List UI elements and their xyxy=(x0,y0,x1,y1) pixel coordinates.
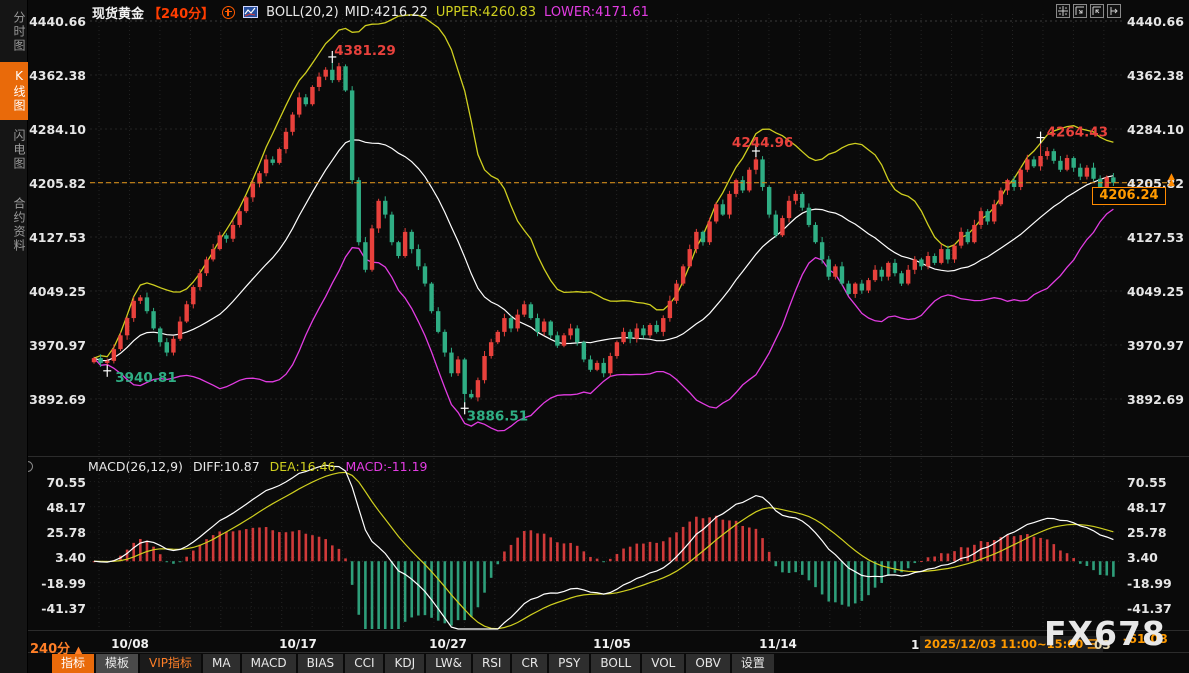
macd-axis-label: 3.40 xyxy=(1127,550,1158,565)
x-axis-date-label: 10/17 xyxy=(279,637,317,651)
macd-axis-label: 48.17 xyxy=(28,500,86,515)
price-axis-label: 4049.25 xyxy=(1127,284,1184,299)
sidebar-item-timeline-chart[interactable]: 分时图 xyxy=(0,4,28,60)
high-price-annotation: 4381.29 xyxy=(334,43,396,59)
macd-axis-label: 3.40 xyxy=(28,550,86,565)
macd-axis-label: 48.17 xyxy=(1127,500,1167,515)
macd-axis-label: 25.78 xyxy=(1127,525,1167,540)
price-axis-label: 4440.66 xyxy=(28,14,86,29)
chart-header: 现货黄金 【240分】 BOLL(20,2) MID:4216.22 UPPER… xyxy=(92,4,649,20)
price-axis-label: 3892.69 xyxy=(28,392,86,407)
fx678-watermark: FX678 xyxy=(1044,614,1166,653)
toolbar-button-指标[interactable]: 指标 xyxy=(52,654,94,673)
price-axis-label: 3892.69 xyxy=(1127,392,1184,407)
macd-axis-label: 70.55 xyxy=(28,475,86,490)
toolbar-button-vol[interactable]: VOL xyxy=(642,654,684,673)
chart-thumbnail-icon[interactable] xyxy=(243,6,258,18)
boll-lower-value: LOWER:4171.61 xyxy=(544,5,649,20)
period-label: 【240分】 xyxy=(148,3,214,22)
toolbar-button-模板[interactable]: 模板 xyxy=(96,654,138,673)
macd-diff-value: DIFF:10.87 xyxy=(193,459,260,474)
high-price-annotation: 4244.96 xyxy=(732,135,794,151)
boll-mid-value: MID:4216.22 xyxy=(345,5,428,20)
toolbar-button-bias[interactable]: BIAS xyxy=(298,654,344,673)
macd-indicator-label: MACD(26,12,9) xyxy=(88,459,183,474)
low-price-annotation: 3886.51 xyxy=(467,408,528,424)
macd-dea-value: DEA:16.46 xyxy=(270,459,336,474)
price-axis-label: 4205.82 xyxy=(28,176,86,191)
panel-divider xyxy=(28,456,1189,457)
toolbar-button-vip指标[interactable]: VIP指标 xyxy=(140,654,201,673)
compress-scale-icon[interactable] xyxy=(1073,4,1087,18)
xaxis-partial-label: 1 xyxy=(911,638,919,652)
crosshair-tool-icon[interactable] xyxy=(1056,4,1070,18)
macd-macd-value: MACD:-11.19 xyxy=(346,459,428,474)
x-axis-date-label: 11/05 xyxy=(593,637,631,651)
price-axis-label: 3970.97 xyxy=(1127,338,1184,353)
price-axis-label: 4284.10 xyxy=(1127,122,1184,137)
macd-axis-label: -41.37 xyxy=(28,601,86,616)
add-indicator-icon[interactable] xyxy=(222,6,235,19)
macd-axis-label: -18.99 xyxy=(28,576,86,591)
pan-right-icon[interactable] xyxy=(1107,4,1121,18)
toolbar-button-macd[interactable]: MACD xyxy=(242,654,296,673)
price-axis-label: 3970.97 xyxy=(28,338,86,353)
price-axis-label: 4440.66 xyxy=(1127,14,1184,29)
toolbar-button-obv[interactable]: OBV xyxy=(686,654,730,673)
sidebar-item-lightning-chart[interactable]: 闪电图 xyxy=(0,122,28,178)
toolbar-button-kdj[interactable]: KDJ xyxy=(385,654,424,673)
price-axis-label: 4127.53 xyxy=(1127,230,1184,245)
toolbar-button-cr[interactable]: CR xyxy=(512,654,547,673)
x-axis-date-label: 10/27 xyxy=(429,637,467,651)
toolbar-button-psy[interactable]: PSY xyxy=(549,654,589,673)
macd-axis-label: 25.78 xyxy=(28,525,86,540)
toolbar-button-设置[interactable]: 设置 xyxy=(732,654,774,673)
toolbar-divider xyxy=(0,652,1189,653)
macd-axis-label: 70.55 xyxy=(1127,475,1167,490)
expand-scale-icon[interactable] xyxy=(1090,4,1104,18)
price-axis-label: 4284.10 xyxy=(28,122,86,137)
chart-tools xyxy=(1056,4,1121,18)
sidebar-item-contract-info[interactable]: 合约资料 xyxy=(0,190,28,260)
boll-indicator-label: BOLL(20,2) xyxy=(266,5,339,20)
price-axis-label: 4362.38 xyxy=(28,68,86,83)
chart-type-sidebar: 分时图 K线图 闪电图 合约资料 xyxy=(0,0,28,673)
indicator-toolbar: 指标模板VIP指标MAMACDBIASCCIKDJLW&RSICRPSYBOLL… xyxy=(52,654,774,673)
price-axis-label: 4127.53 xyxy=(28,230,86,245)
x-axis-date-label: 10/08 xyxy=(111,637,149,651)
toolbar-button-rsi[interactable]: RSI xyxy=(473,654,511,673)
sidebar-item-kline-chart[interactable]: K线图 xyxy=(0,62,28,120)
current-price-badge: 4206.24 xyxy=(1092,187,1166,205)
boll-upper-value: UPPER:4260.83 xyxy=(436,5,536,20)
toolbar-button-ma[interactable]: MA xyxy=(203,654,240,673)
toolbar-button-cci[interactable]: CCI xyxy=(345,654,383,673)
toolbar-button-lw&[interactable]: LW& xyxy=(426,654,471,673)
macd-header: MACD(26,12,9) DIFF:10.87 DEA:16.46 MACD:… xyxy=(88,459,428,474)
macd-axis-label: -18.99 xyxy=(1127,576,1172,591)
jump-to-latest-icon[interactable]: ▲▲ xyxy=(1168,174,1175,186)
symbol-name: 现货黄金 xyxy=(92,3,144,22)
price-axis-label: 4049.25 xyxy=(28,284,86,299)
toolbar-button-boll[interactable]: BOLL xyxy=(591,654,640,673)
low-price-annotation: 3940.81 xyxy=(115,370,177,386)
xaxis-divider xyxy=(28,630,1189,631)
main-chart[interactable]: 3940.81 4381.29 3886.51 4244.96 4264.43 xyxy=(0,0,1189,673)
high-price-annotation: 4264.43 xyxy=(1047,125,1109,141)
app-window: 3940.81 4381.29 3886.51 4244.96 4264.43 分时图 … xyxy=(0,0,1189,673)
x-axis-date-label: 11/14 xyxy=(759,637,797,651)
price-axis-label: 4362.38 xyxy=(1127,68,1184,83)
